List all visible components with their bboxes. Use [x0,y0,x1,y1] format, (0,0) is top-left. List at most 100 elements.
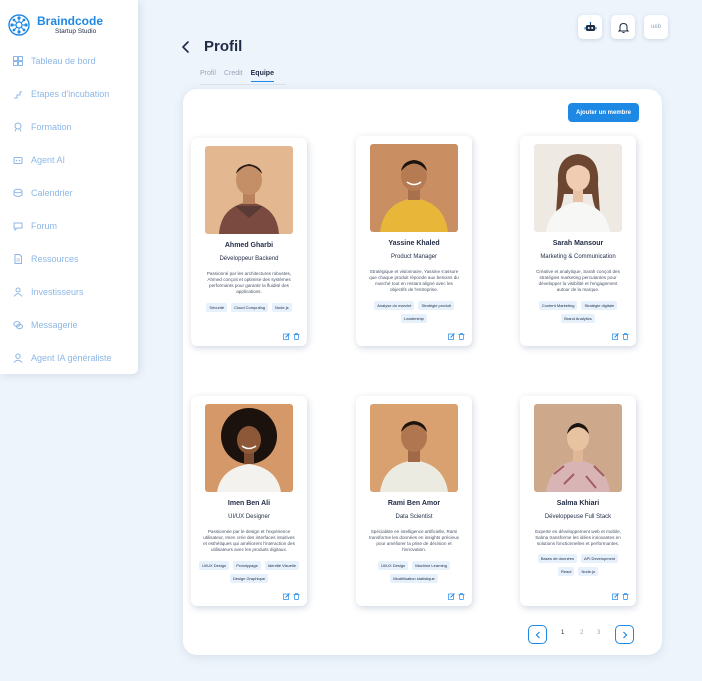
notification-button[interactable] [611,15,635,39]
delete-icon[interactable] [458,333,465,340]
tab-profil[interactable]: Profil [200,70,216,82]
delete-icon[interactable] [622,593,629,600]
edit-icon[interactable] [283,593,290,600]
brand[interactable]: Braindcode Startup Studio [0,0,138,42]
member-photo [534,404,622,492]
card-actions [612,593,629,600]
sidebar-item-label: Agent IA généraliste [31,352,112,363]
member-photo [370,144,458,232]
member-photo [205,146,293,234]
member-bio: Passionnée par le design et l'expérience… [203,528,295,553]
skill-tag: Identité Visuelle [264,560,299,570]
sidebar-item-agent-ia[interactable]: Agent IA généraliste [0,341,138,374]
skill-tag: UI/UX Design [377,560,409,570]
language-button[interactable]: ueb [644,15,668,39]
chat-icon [13,320,23,329]
investors-icon [13,287,23,297]
card-actions [448,333,465,340]
delete-icon[interactable] [458,593,465,600]
sidebar-item-formation[interactable]: Formation [0,110,138,143]
member-card: Ahmed Gharbi Développeur Backend Passion… [191,138,307,346]
member-name: Imen Ben Ali [227,500,271,507]
skill-tag: Cloud Computing [231,302,269,312]
steps-icon [14,91,22,98]
delete-icon[interactable] [293,333,300,340]
member-bio: Experte en développement web et mobile, … [535,528,621,547]
skill-tag: Node.js [578,567,598,577]
profile-tabs: Profil Credit Equipe [200,70,282,82]
back-arrow-icon[interactable] [180,40,192,54]
prev-page-button[interactable] [528,625,547,644]
member-photo [534,144,622,232]
next-page-button[interactable] [615,625,634,644]
sidebar-item-label: Agent AI [31,154,66,165]
member-bio: Stratégique et visionnaire, Yassine s'as… [369,268,459,293]
member-name: Yassine Khaled [388,240,440,247]
edit-icon[interactable] [448,593,455,600]
brand-name: Braindcode [37,13,104,28]
member-photo [370,404,458,492]
edit-icon[interactable] [612,593,619,600]
member-bio: Créative et analytique, Sarah conçoit de… [536,268,620,293]
member-role: Développeur Backend [219,256,279,262]
member-name: Salma Khiari [556,500,600,507]
skill-tag: Machine Learning [412,560,451,570]
member-role: UI/UX Designer [228,514,270,520]
sidebar-item-dashboard[interactable]: Tableau de bord [0,44,138,77]
sidebar-item-label: Investisseurs [31,286,84,297]
member-card: Imen Ben Ali UI/UX Designer Passionnée p… [191,396,307,606]
tab-credit[interactable]: Credit [224,70,243,82]
skill-tag: Sécurité [206,302,228,312]
sidebar-item-calendrier[interactable]: Calendrier [0,176,138,209]
sidebar-item-ressources[interactable]: Ressources [0,242,138,275]
sidebar-item-investisseurs[interactable]: Investisseurs [0,275,138,308]
page-number[interactable]: 2 [580,630,583,636]
delete-icon[interactable] [293,593,300,600]
member-tags: Content Marketing Stratégie digitale Bra… [520,300,636,323]
skill-tag: Analyse du marché [374,300,415,310]
member-role: Product Manager [390,254,438,260]
member-tags: UI/UX Design Machine Learning Modélisati… [356,560,472,583]
member-name: Sarah Mansour [552,240,604,247]
skill-tag: Leadership [401,313,427,323]
sidebar-item-agent-ai[interactable]: Agent AI [0,143,138,176]
member-tags: UI/UX Design Prototypage Identité Visuel… [191,560,307,583]
member-bio: Passionné par les architectures robustes… [206,270,292,295]
edit-icon[interactable] [283,333,290,340]
member-tags: Analyse du marché Stratégie produit Lead… [356,300,472,323]
skill-tag: Stratégie digitale [581,300,618,310]
member-card: Yassine Khaled Product Manager Stratégiq… [356,136,472,346]
member-role: Data Scientist [395,514,433,520]
skill-tag: Brand Analytics [561,313,595,323]
brain-logo-icon [8,14,30,36]
page-title: Profil [204,38,243,55]
sidebar-item-messagerie[interactable]: Messagerie [0,308,138,341]
member-tags: Sécurité Cloud Computing Node.js [191,302,307,312]
sidebar-item-forum[interactable]: Forum [0,209,138,242]
robot-icon [13,156,23,164]
skill-tag: Design Graphique [229,573,269,583]
skill-tag: Stratégie produit [418,300,454,310]
skill-tag: UI/UX Design [199,560,230,570]
skill-tag: Bases de données [537,554,577,564]
edit-icon[interactable] [448,333,455,340]
member-bio: Spécialiste en intelligence artificielle… [369,528,459,553]
edit-icon[interactable] [612,333,619,340]
sidebar-item-label: Etapes d'incubation [31,88,110,99]
sidebar-item-incubation[interactable]: Etapes d'incubation [0,77,138,110]
member-name: Ahmed Gharbi [224,242,274,249]
skill-tag: Node.js [272,302,292,312]
page-number[interactable]: 1 [561,630,564,636]
add-member-button[interactable]: Ajouter un membre [568,103,639,122]
tab-equipe[interactable]: Equipe [250,70,274,82]
sidebar-nav: Tableau de bord Etapes d'incubation Form… [0,44,138,374]
dashboard-icon [13,55,23,66]
delete-icon[interactable] [622,333,629,340]
bot-button[interactable] [578,15,602,39]
skill-tag: Prototypage [233,560,261,570]
sidebar-item-label: Ressources [31,253,79,264]
page-number[interactable]: 3 [597,630,600,636]
member-card: Salma Khiari Développeuse Full Stack Exp… [520,396,636,606]
card-actions [283,333,300,340]
skill-tag: React [557,567,575,577]
